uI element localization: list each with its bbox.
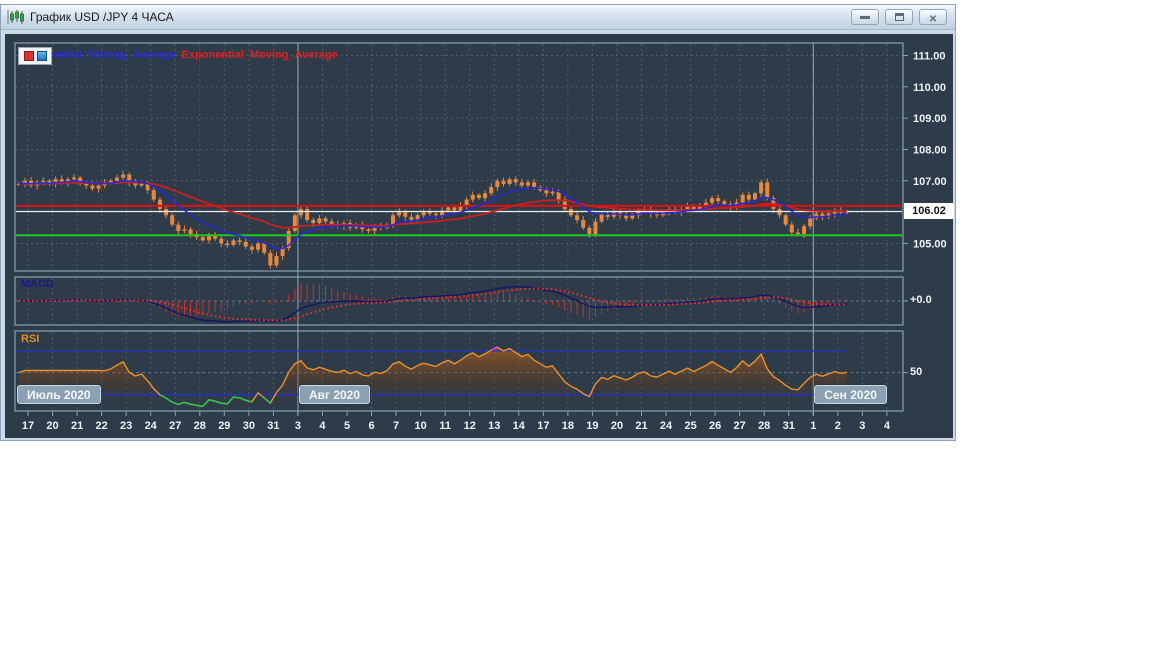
x-axis-label: 5 (344, 420, 350, 432)
x-axis-label: 2 (835, 420, 841, 432)
ema-fast-line (18, 179, 848, 250)
window-title: График USD /JPY 4 ЧАСА (30, 10, 174, 24)
x-axis-label: 1 (810, 420, 816, 432)
close-icon (929, 10, 937, 25)
x-axis-label: 10 (415, 420, 427, 432)
x-axis-label: 25 (684, 420, 696, 432)
x-axis-label: 7 (393, 420, 399, 432)
price-axis-label: 108.00 (913, 144, 947, 156)
x-axis-label: 4 (319, 420, 326, 432)
x-axis-label: 21 (71, 420, 83, 432)
macd-axis-value: +0.0 (910, 294, 932, 306)
x-axis-label: 4 (884, 420, 891, 432)
x-axis-label: 28 (758, 420, 770, 432)
candlestick-chart-icon (7, 9, 24, 25)
x-axis-label: 14 (513, 420, 526, 432)
rsi-axis-value: 50 (910, 366, 923, 378)
price-axis-label: 111.00 (913, 51, 945, 63)
current-price-label: 106.02 (904, 203, 954, 220)
rsi-panel-label: RSI (21, 333, 40, 345)
x-axis-label: 3 (859, 420, 865, 432)
ema-legend[interactable] (18, 47, 52, 65)
x-axis-label: 18 (562, 420, 574, 432)
x-axis-label: 12 (464, 420, 476, 432)
x-axis-label: 31 (267, 420, 279, 432)
x-axis-label: 17 (537, 420, 549, 432)
price-axis-label: 105.00 (913, 238, 947, 250)
price-axis-label: 107.00 (913, 176, 947, 188)
minimize-icon (860, 15, 870, 19)
titlebar[interactable]: График USD /JPY 4 ЧАСА (1, 5, 955, 30)
price-axis-label: 109.00 (913, 113, 947, 125)
x-axis-label: 24 (145, 420, 158, 432)
window-controls (851, 9, 947, 25)
x-axis-label: 21 (635, 420, 647, 432)
x-axis-label: 11 (439, 420, 451, 432)
x-axis-label: 23 (120, 420, 132, 432)
x-axis-label: 24 (660, 420, 673, 432)
macd-panel-label: MACD (21, 278, 54, 290)
minimize-button[interactable] (851, 9, 879, 25)
x-axis-label: 3 (295, 420, 301, 432)
x-axis-label: 20 (46, 420, 58, 432)
x-axis-label: 31 (783, 420, 795, 432)
macd-signal-line (18, 287, 848, 322)
x-axis-label: 20 (611, 420, 623, 432)
chart-window: График USD /JPY 4 ЧАСА 17202122232427282… (0, 4, 956, 441)
restore-icon (894, 13, 904, 21)
x-axis-label: 29 (218, 420, 230, 432)
macd-line (18, 285, 848, 323)
x-axis-label: 26 (709, 420, 721, 432)
x-axis-label: 13 (488, 420, 500, 432)
ema-slow-label: Exponential_Moving_Average (181, 49, 338, 61)
x-axis-label: 19 (586, 420, 598, 432)
ema-legend-labels: ential_Moving_Average Exponential_Moving… (53, 49, 338, 61)
month-label-september: Сен 2020 (814, 385, 887, 404)
ema-slow-swatch (23, 51, 34, 61)
price-axis-label: 110.00 (913, 82, 946, 94)
month-label-august: Авг 2020 (298, 385, 371, 404)
x-axis-label: 27 (169, 420, 181, 432)
x-axis-label: 6 (368, 420, 374, 432)
x-axis-label: 27 (734, 420, 746, 432)
ema-fast-swatch (36, 51, 47, 61)
x-axis-label: 17 (22, 420, 34, 432)
panel-frame (14, 42, 904, 272)
restore-button[interactable] (885, 9, 913, 25)
x-axis-label: 30 (243, 420, 255, 432)
rsi-fill (18, 347, 848, 410)
x-axis-label: 22 (95, 420, 107, 432)
x-axis-label: 28 (194, 420, 206, 432)
month-label-july: Июль 2020 (17, 385, 101, 404)
close-button[interactable] (919, 9, 947, 25)
ema-fast-label: ential_Moving_Average (53, 49, 176, 61)
chart-area[interactable]: 17 20 21 22 23 24 27 28 29 30 31 3 4 5 6 7 10 11 12 13 14 17 1… (5, 34, 954, 438)
candles-group (16, 170, 850, 269)
price-chart-svg[interactable]: 17 20 21 22 23 24 27 28 29 30 31 3 4 5 6 7 10 11 12 13 14 17 1… (5, 34, 953, 438)
